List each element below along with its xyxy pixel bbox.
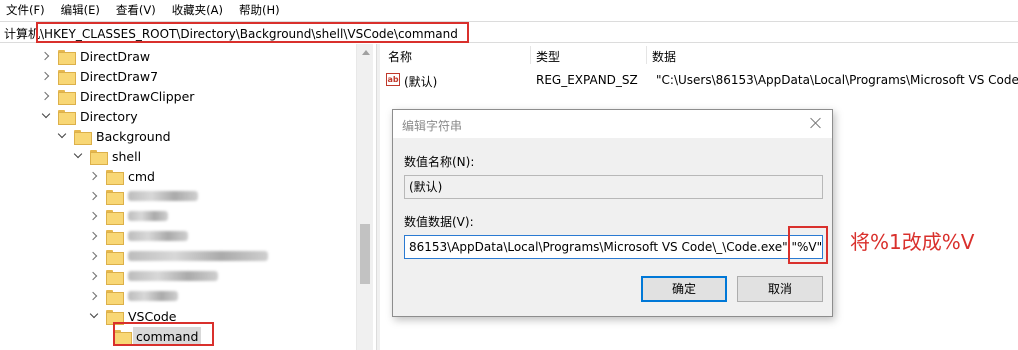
tree-item-cmd[interactable]: cmd bbox=[88, 166, 155, 186]
chevron-right-icon[interactable] bbox=[40, 70, 52, 82]
redacted-label bbox=[128, 231, 188, 241]
address-highlight-box bbox=[36, 22, 469, 43]
folder-icon bbox=[90, 149, 108, 165]
tree-item-background[interactable]: Background bbox=[56, 126, 171, 146]
tree-scrollbar[interactable] bbox=[356, 44, 373, 350]
chevron-down-icon[interactable] bbox=[56, 130, 68, 142]
cancel-button[interactable]: 取消 bbox=[737, 276, 823, 302]
chevron-right-icon[interactable] bbox=[88, 170, 100, 182]
dialog-titlebar[interactable]: 编辑字符串 bbox=[393, 110, 832, 138]
value-name: (默认) bbox=[404, 75, 438, 89]
menu-bar: 文件(F) 编辑(E) 查看(V) 收藏夹(A) 帮助(H) bbox=[0, 0, 1018, 20]
tree-item-blurred[interactable] bbox=[88, 286, 178, 306]
chevron-down-icon[interactable] bbox=[40, 110, 52, 122]
tree-item-blurred[interactable] bbox=[88, 266, 218, 286]
folder-icon bbox=[106, 209, 124, 225]
column-separator[interactable] bbox=[530, 46, 531, 64]
percent-v-highlight-box bbox=[788, 226, 828, 264]
redacted-label bbox=[128, 251, 268, 261]
annotation-text: 将%1改成%V bbox=[850, 230, 975, 254]
redacted-label bbox=[128, 211, 168, 221]
menu-file[interactable]: 文件(F) bbox=[6, 2, 45, 18]
folder-icon bbox=[58, 89, 76, 105]
tree-item-label: Background bbox=[96, 128, 171, 144]
scroll-up-icon[interactable] bbox=[362, 50, 370, 55]
redacted-label bbox=[128, 191, 198, 201]
chevron-down-icon[interactable] bbox=[88, 310, 100, 322]
column-header-type[interactable]: 类型 bbox=[536, 48, 560, 65]
menu-help[interactable]: 帮助(H) bbox=[239, 2, 280, 18]
chevron-right-icon[interactable] bbox=[40, 90, 52, 102]
tree-item-directdrawclipper[interactable]: DirectDrawClipper bbox=[40, 86, 194, 106]
value-type: REG_EXPAND_SZ bbox=[536, 73, 638, 87]
registry-tree: DirectDraw DirectDraw7 DirectDrawClipper… bbox=[0, 44, 372, 350]
address-bar[interactable]: 计算机\HKEY_CLASSES_ROOT\Directory\Backgrou… bbox=[0, 21, 1018, 43]
scroll-thumb[interactable] bbox=[360, 224, 370, 284]
value-row-default[interactable]: ab (默认) REG_EXPAND_SZ "C:\Users\86153\Ap… bbox=[380, 71, 1018, 91]
folder-icon bbox=[106, 249, 124, 265]
chevron-right-icon[interactable] bbox=[88, 210, 100, 222]
redacted-label bbox=[128, 291, 178, 301]
chevron-down-icon[interactable] bbox=[72, 150, 84, 162]
tree-item-label: DirectDrawClipper bbox=[80, 88, 195, 104]
dialog-title: 编辑字符串 bbox=[402, 119, 463, 133]
column-header-data[interactable]: 数据 bbox=[652, 48, 676, 65]
column-header-name[interactable]: 名称 bbox=[388, 48, 412, 65]
tree-item-shell[interactable]: shell bbox=[72, 146, 141, 166]
tree-item-label: DirectDraw bbox=[80, 48, 151, 64]
tree-item-blurred[interactable] bbox=[88, 186, 198, 206]
value-name-label: 数值名称(N): bbox=[404, 155, 475, 169]
value-data-label: 数值数据(V): bbox=[404, 215, 474, 229]
chevron-right-icon[interactable] bbox=[88, 250, 100, 262]
menu-edit[interactable]: 编辑(E) bbox=[61, 2, 100, 18]
tree-item-label: Directory bbox=[80, 108, 138, 124]
tree-item-blurred[interactable] bbox=[88, 246, 268, 266]
value-name-field: (默认) bbox=[404, 175, 823, 199]
folder-icon bbox=[106, 169, 124, 185]
value-data-input[interactable]: 86153\AppData\Local\Programs\Microsoft V… bbox=[404, 235, 823, 259]
edit-string-dialog: 编辑字符串 数值名称(N): (默认) 数值数据(V): 86153\AppDa… bbox=[392, 109, 833, 317]
chevron-right-icon[interactable] bbox=[40, 50, 52, 62]
column-separator[interactable] bbox=[646, 46, 647, 64]
chevron-right-icon[interactable] bbox=[88, 190, 100, 202]
tree-item-partial bbox=[88, 346, 110, 350]
tree-item-directdraw[interactable]: DirectDraw bbox=[40, 46, 150, 66]
tree-item-label: cmd bbox=[128, 168, 155, 184]
folder-icon bbox=[58, 49, 76, 65]
tree-item-blurred[interactable] bbox=[88, 226, 188, 246]
chevron-right-icon[interactable] bbox=[88, 270, 100, 282]
folder-icon bbox=[58, 109, 76, 125]
menu-favorites[interactable]: 收藏夹(A) bbox=[172, 2, 223, 18]
folder-icon bbox=[58, 69, 76, 85]
folder-icon bbox=[106, 289, 124, 305]
folder-icon bbox=[74, 129, 92, 145]
value-data: "C:\Users\86153\AppData\Local\Programs\M… bbox=[656, 73, 1018, 87]
tree-item-directory[interactable]: Directory bbox=[40, 106, 138, 126]
string-value-icon: ab bbox=[386, 73, 400, 86]
close-icon[interactable] bbox=[809, 116, 823, 130]
tree-item-label: shell bbox=[112, 148, 142, 164]
folder-icon bbox=[106, 309, 124, 325]
chevron-right-icon[interactable] bbox=[88, 230, 100, 242]
tree-item-directdraw7[interactable]: DirectDraw7 bbox=[40, 66, 158, 86]
folder-icon bbox=[106, 229, 124, 245]
chevron-right-icon[interactable] bbox=[88, 290, 100, 302]
folder-icon bbox=[106, 269, 124, 285]
command-highlight-box bbox=[113, 322, 214, 346]
tree-item-label: DirectDraw7 bbox=[80, 68, 159, 84]
ok-button[interactable]: 确定 bbox=[641, 276, 727, 302]
menu-view[interactable]: 查看(V) bbox=[116, 2, 156, 18]
folder-icon bbox=[106, 189, 124, 205]
redacted-label bbox=[128, 271, 218, 281]
tree-item-blurred[interactable] bbox=[88, 206, 168, 226]
